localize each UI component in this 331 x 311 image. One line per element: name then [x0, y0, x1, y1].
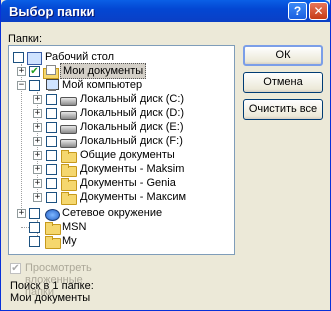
recursive-checkbox[interactable]: ✔ — [10, 263, 21, 274]
tree-item-checkbox[interactable] — [46, 178, 57, 189]
tree-item-checkbox[interactable] — [46, 108, 57, 119]
folder-icon — [60, 191, 77, 205]
collapse-toggle[interactable]: − — [17, 81, 26, 90]
tree-item-drive-c[interactable]: + Локальный диск (C:) — [9, 92, 234, 106]
tree-item-label: Документы - Максим — [80, 191, 187, 203]
folder-icon — [44, 235, 61, 249]
help-icon: ? — [293, 4, 302, 18]
drive-icon — [60, 107, 77, 120]
title-bar[interactable]: Выбор папки ? ✕ — [1, 0, 330, 22]
search-in-label: Поиск в 1 папке: — [10, 280, 94, 292]
tree-item-my[interactable]: My — [9, 234, 234, 249]
tree-item-checkbox[interactable] — [46, 122, 57, 133]
folder-icon — [60, 177, 77, 191]
tree-item-checkbox[interactable]: ✔ — [29, 66, 40, 77]
tree-item-documents-maksim-cyr[interactable]: + Документы - Максим — [9, 190, 234, 205]
expand-toggle[interactable]: + — [33, 165, 42, 174]
tree-item-checkbox[interactable] — [46, 150, 57, 161]
tree-item-msn[interactable]: MSN — [9, 220, 234, 235]
tree-item-my-computer[interactable]: − Мой компьютер — [9, 78, 234, 92]
help-button[interactable]: ? — [288, 2, 307, 20]
tree-item-network[interactable]: + Сетевое окружение — [9, 206, 234, 221]
expand-toggle[interactable]: + — [33, 123, 42, 132]
tree-item-checkbox[interactable] — [29, 80, 40, 91]
tree-item-label: Локальный диск (C:) — [80, 93, 185, 105]
window-title: Выбор папки — [9, 4, 95, 19]
my-computer-icon — [44, 79, 60, 92]
expand-toggle[interactable]: + — [33, 193, 42, 202]
tree-item-checkbox[interactable] — [46, 94, 57, 105]
tree-item-label: Локальный диск (F:) — [80, 135, 183, 147]
tree-item-documents-genia[interactable]: + Документы - Genia — [9, 176, 234, 191]
tree-item-label: My — [62, 235, 77, 247]
my-documents-icon — [42, 65, 59, 79]
tree-item-drive-d[interactable]: + Локальный диск (D:) — [9, 106, 234, 120]
tree-item-label: Мой компьютер — [62, 79, 143, 91]
tree-item-label: Общие документы — [80, 149, 175, 161]
tree-item-documents-maksim[interactable]: + Документы - Maksim — [9, 162, 234, 177]
ok-button[interactable]: ОК — [243, 45, 323, 66]
search-in-value: Мои документы — [10, 292, 91, 304]
tree-item-checkbox[interactable] — [29, 208, 40, 219]
expand-toggle[interactable]: + — [17, 67, 26, 76]
tree-item-desktop[interactable]: Рабочий стол — [9, 50, 234, 65]
tree-item-label: MSN — [62, 221, 87, 233]
drive-icon — [60, 135, 77, 148]
tree-item-shared-documents[interactable]: + Общие документы — [9, 148, 234, 163]
expand-toggle[interactable]: + — [33, 137, 42, 146]
expand-toggle[interactable]: + — [33, 151, 42, 160]
search-in-summary: Поиск в 1 папке: Мои документы — [10, 280, 94, 304]
desktop-icon — [26, 51, 42, 65]
folder-icon — [44, 221, 61, 235]
drive-icon — [60, 93, 77, 106]
tree-item-checkbox[interactable] — [46, 136, 57, 147]
tree-item-label: Документы - Maksim — [80, 163, 185, 175]
folders-label: Папки: — [8, 33, 42, 45]
tree-item-label: Локальный диск (D:) — [80, 107, 185, 119]
expand-toggle[interactable]: + — [33, 179, 42, 188]
folder-icon — [60, 163, 77, 177]
tree-item-checkbox[interactable] — [46, 164, 57, 175]
network-icon — [44, 207, 60, 221]
folder-tree[interactable]: Рабочий стол + ✔ Мои документы − Мой ком… — [8, 45, 235, 255]
clear-all-button[interactable]: Очистить все — [243, 99, 323, 120]
tree-item-label: Сетевое окружение — [62, 207, 163, 219]
close-icon: ✕ — [313, 4, 324, 18]
tree-item-checkbox[interactable] — [29, 222, 40, 233]
close-button[interactable]: ✕ — [309, 2, 328, 20]
tree-item-label: Рабочий стол — [45, 51, 115, 63]
folder-picker-dialog: Выбор папки ? ✕ Папки: Рабочий стол + ✔ … — [0, 0, 331, 311]
tree-item-my-documents[interactable]: + ✔ Мои документы — [9, 63, 234, 79]
expand-toggle[interactable]: + — [17, 209, 26, 218]
tree-item-label: Мои документы — [60, 63, 147, 79]
folder-icon — [60, 149, 77, 163]
cancel-button[interactable]: Отмена — [243, 72, 323, 93]
tree-item-label: Документы - Genia — [80, 177, 176, 189]
tree-item-checkbox[interactable] — [29, 236, 40, 247]
tree-item-checkbox[interactable] — [13, 52, 24, 63]
tree-item-label: Локальный диск (E:) — [80, 121, 184, 133]
expand-toggle[interactable]: + — [33, 109, 42, 118]
tree-item-checkbox[interactable] — [46, 192, 57, 203]
drive-icon — [60, 121, 77, 134]
tree-item-drive-f[interactable]: + Локальный диск (F:) — [9, 134, 234, 148]
expand-toggle[interactable]: + — [33, 95, 42, 104]
tree-item-drive-e[interactable]: + Локальный диск (E:) — [9, 120, 234, 134]
